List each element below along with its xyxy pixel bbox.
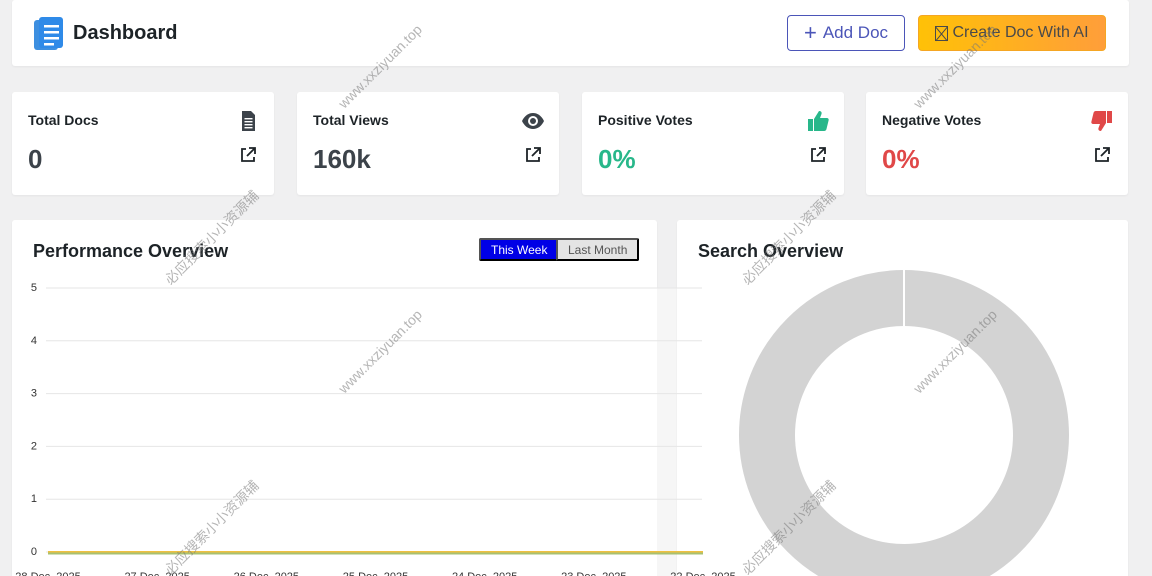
charts-layer: 0 1 2 3 4 5 28 Dec, 2025 27 Dec, 2025 26 Dec, 20… [15,270,1069,576]
x-tick-label: 25 Dec, 2025 [343,571,408,576]
y-tick-label: 2 [31,440,37,452]
y-tick-label: 4 [31,335,37,347]
x-tick-label: 24 Dec, 2025 [452,571,517,576]
y-tick-label: 3 [31,388,37,400]
x-tick-label: 28 Dec, 2025 [15,571,80,576]
y-tick-label: 0 [31,546,37,558]
x-tick-label: 27 Dec, 2025 [124,571,189,576]
donut-slice [739,270,1069,576]
x-tick-label: 26 Dec, 2025 [234,571,299,576]
x-tick-label: 23 Dec, 2025 [561,571,626,576]
y-tick-label: 1 [31,493,37,505]
x-tick-label: 22 Dec, 2025 [670,571,735,576]
y-tick-label: 5 [31,282,37,294]
